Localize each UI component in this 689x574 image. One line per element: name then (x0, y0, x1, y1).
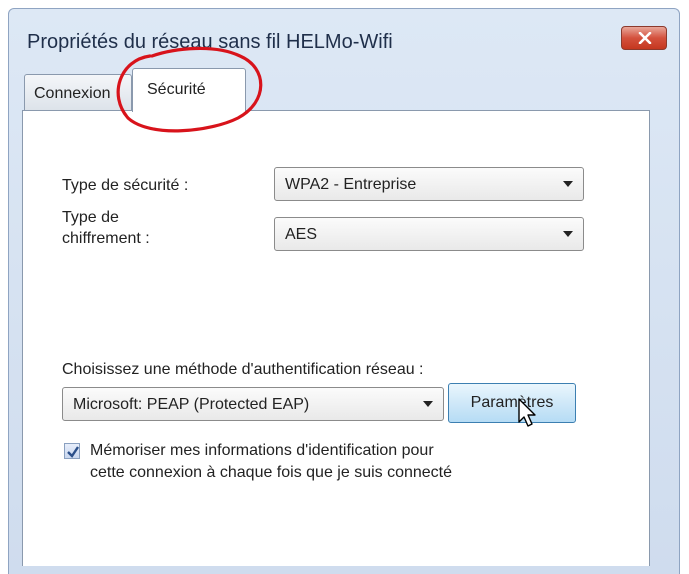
chevron-down-icon (563, 181, 573, 187)
title-bar: Propriétés du réseau sans fil HELMo-Wifi (9, 9, 679, 71)
settings-button[interactable]: Paramètres (448, 383, 576, 423)
security-type-select[interactable]: WPA2 - Entreprise (274, 167, 584, 201)
encryption-type-value: AES (285, 226, 318, 243)
remember-checkbox[interactable] (64, 443, 80, 459)
auth-method-value: Microsoft: PEAP (Protected EAP) (73, 396, 310, 413)
mouse-pointer-icon (518, 398, 536, 427)
encryption-type-select[interactable]: AES (274, 217, 584, 251)
chevron-down-icon (423, 401, 433, 407)
tab-securite[interactable]: Sécurité (132, 68, 246, 112)
security-type-label: Type de sécurité : (62, 177, 189, 194)
security-type-value: WPA2 - Entreprise (285, 176, 417, 193)
close-icon (638, 32, 652, 44)
encryption-label-line1: Type de (62, 209, 119, 226)
remember-label-line2: cette connexion à chaque fois que je sui… (90, 464, 453, 481)
encryption-label-line2: chiffrement : (62, 230, 150, 247)
checkmark-icon (67, 446, 79, 458)
close-button[interactable] (621, 26, 667, 50)
tab-connexion[interactable]: Connexion (24, 74, 132, 110)
tab-connexion-label: Connexion (34, 85, 111, 102)
tab-securite-label: Sécurité (147, 81, 206, 98)
remember-label-line1: Mémoriser mes informations d'identificat… (90, 442, 434, 459)
chevron-down-icon (563, 231, 573, 237)
auth-method-label: Choisissez une méthode d'authentificatio… (62, 361, 424, 378)
auth-method-select[interactable]: Microsoft: PEAP (Protected EAP) (62, 387, 444, 421)
window-title: Propriétés du réseau sans fil HELMo-Wifi (27, 31, 393, 53)
